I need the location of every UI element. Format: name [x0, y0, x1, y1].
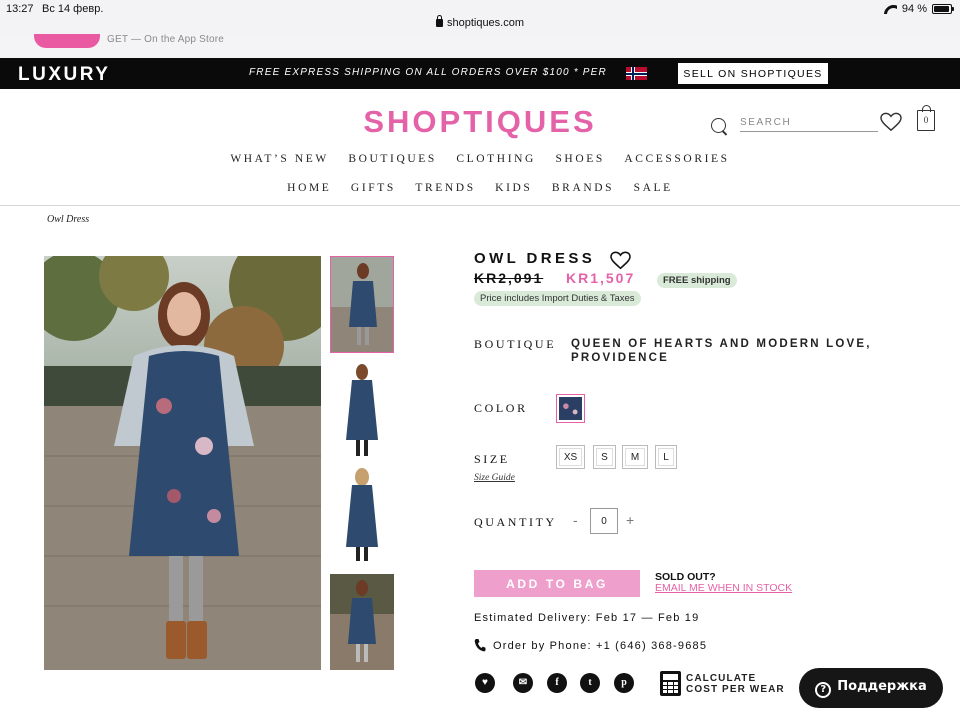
product-main-image[interactable]	[44, 256, 321, 670]
quantity-label: QUANTITY	[474, 515, 557, 529]
main-nav-secondary: HOME GIFTS TRENDS KIDS BRANDS SALE	[0, 182, 960, 194]
nav-accessories[interactable]: ACCESSORIES	[624, 153, 729, 165]
product-thumbnail-4[interactable]	[330, 574, 394, 670]
status-indicators: 94 %	[884, 3, 954, 15]
quantity-increase-button[interactable]: +	[626, 512, 634, 528]
size-xs-button[interactable]: XS	[556, 445, 585, 469]
nav-trends[interactable]: TRENDS	[415, 182, 475, 194]
size-label: SIZE	[474, 452, 510, 466]
facebook-icon[interactable]: f	[547, 673, 567, 693]
app-store-banner[interactable]: GET — On the App Store	[0, 34, 960, 58]
color-swatch[interactable]	[556, 394, 585, 423]
size-guide-link[interactable]: Size Guide	[474, 473, 515, 483]
calc-line-1: CALCULATE	[686, 673, 757, 684]
address-bar[interactable]: shoptiques.com	[0, 15, 960, 29]
pinterest-icon[interactable]: p	[614, 673, 634, 693]
calculate-cost-per-wear[interactable]: CALCULATE COST PER WEAR	[686, 673, 785, 695]
email-me-when-in-stock-link[interactable]: EMAIL ME WHEN IN STOCK	[655, 582, 792, 594]
ios-status-bar: 13:27 Вс 14 февр. shoptiques.com 94 %	[0, 0, 960, 34]
header-divider	[0, 205, 960, 206]
product-title: OWL DRESS	[474, 250, 596, 267]
phone-icon	[474, 639, 486, 652]
luxury-link[interactable]: LUXURY	[18, 64, 110, 86]
size-m-button[interactable]: M	[622, 445, 648, 469]
quantity-decrease-button[interactable]: -	[573, 512, 578, 528]
question-icon: ?	[815, 681, 832, 698]
search-input[interactable]	[740, 114, 878, 132]
nav-boutiques[interactable]: BOUTIQUES	[348, 153, 437, 165]
status-date: Вс 14 февр.	[42, 3, 104, 15]
sale-price: KR1,507	[566, 270, 636, 286]
status-time: 13:27	[6, 3, 34, 15]
main-nav-primary: WHAT’S NEW BOUTIQUES CLOTHING SHOES ACCE…	[0, 153, 960, 165]
battery-fill	[934, 6, 950, 12]
original-price: KR2,091	[474, 270, 544, 286]
size-l-button[interactable]: L	[655, 445, 677, 469]
app-banner-text: GET — On the App Store	[107, 34, 225, 45]
size-s-button[interactable]: S	[593, 445, 616, 469]
shopping-bag-icon[interactable]: 0	[917, 105, 935, 131]
calc-line-2: COST PER WEAR	[686, 684, 785, 695]
product-thumbnail-2[interactable]	[330, 362, 394, 459]
url-text: shoptiques.com	[446, 17, 525, 29]
wifi-icon	[884, 5, 897, 14]
quantity-input[interactable]	[590, 508, 618, 534]
nav-shoes[interactable]: SHOES	[555, 153, 604, 165]
norway-flag-icon[interactable]	[626, 67, 647, 80]
estimated-delivery: Estimated Delivery: Feb 17 — Feb 19	[474, 612, 700, 624]
support-chat-button[interactable]: ? Поддержка	[799, 668, 943, 708]
nav-kids[interactable]: KIDS	[495, 182, 532, 194]
battery-icon	[932, 4, 954, 14]
lock-icon	[435, 15, 443, 27]
wishlist-heart-icon[interactable]	[880, 112, 902, 132]
order-by-phone[interactable]: Order by Phone: +1 (646) 368-9685	[493, 640, 707, 652]
nav-brands[interactable]: BRANDS	[552, 182, 614, 194]
shipping-promo-text: FREE EXPRESS SHIPPING ON ALL ORDERS OVER…	[249, 67, 607, 78]
product-thumbnail-1[interactable]	[330, 256, 394, 353]
nav-home[interactable]: HOME	[287, 182, 331, 194]
app-banner-button[interactable]	[34, 34, 100, 48]
email-icon[interactable]: ✉	[513, 673, 533, 693]
search-icon[interactable]	[711, 118, 726, 133]
nav-clothing[interactable]: CLOTHING	[456, 153, 536, 165]
breadcrumb: Owl Dress	[47, 214, 90, 225]
nav-gifts[interactable]: GIFTS	[351, 182, 396, 194]
boutique-label: BOUTIQUE	[474, 337, 557, 351]
sell-on-shoptiques-button[interactable]: SELL ON SHOPTIQUES	[678, 63, 828, 84]
add-to-bag-button[interactable]: ADD TO BAG	[474, 570, 640, 597]
product-thumbnail-3[interactable]	[330, 467, 394, 564]
free-shipping-badge: FREE shipping	[657, 273, 737, 288]
twitter-icon[interactable]: t	[580, 673, 600, 693]
support-label: Поддержка	[837, 678, 927, 694]
nav-sale[interactable]: SALE	[634, 182, 673, 194]
add-to-wishlist-heart-icon[interactable]	[610, 251, 631, 270]
heart-icon[interactable]: ♥	[475, 673, 495, 693]
boutique-name[interactable]: QUEEN OF HEARTS AND MODERN LOVE, PROVIDE…	[571, 337, 960, 365]
color-label: COLOR	[474, 401, 528, 415]
calculator-icon[interactable]	[660, 671, 681, 696]
nav-whats-new[interactable]: WHAT’S NEW	[230, 153, 329, 165]
duties-badge: Price includes Import Duties & Taxes	[474, 291, 641, 306]
battery-percent: 94 %	[901, 3, 927, 15]
